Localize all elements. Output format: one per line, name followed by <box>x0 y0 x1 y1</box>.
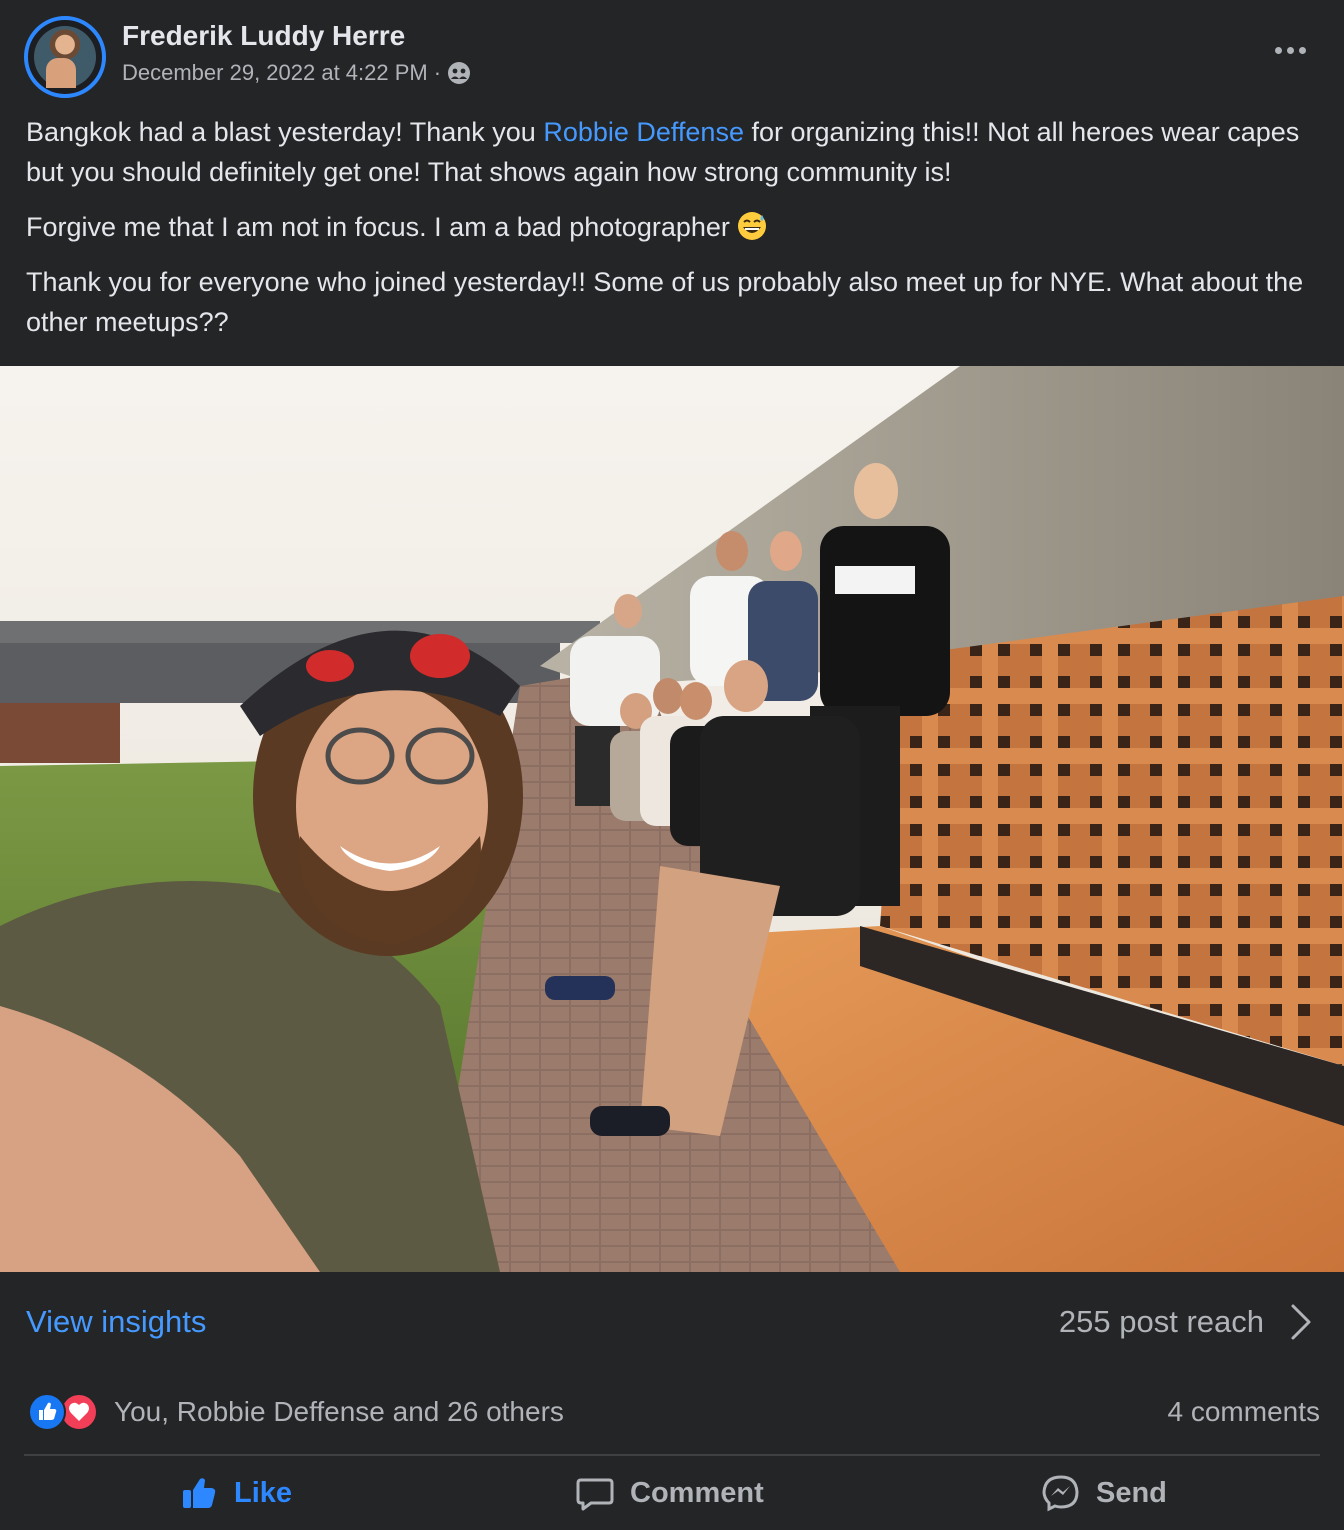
comment-button[interactable]: Comment <box>576 1474 764 1512</box>
post-reach-count[interactable]: 255 post reach <box>1059 1304 1264 1340</box>
post-header: Frederik Luddy Herre December 29, 2022 a… <box>0 0 1344 110</box>
messenger-icon <box>1042 1475 1079 1512</box>
like-button[interactable]: Like <box>180 1474 292 1512</box>
reactions-summary: You, Robbie Deffense and 26 others 4 com… <box>0 1380 1344 1450</box>
comment-bubble-icon <box>576 1478 614 1511</box>
post-photo[interactable] <box>0 366 1344 1272</box>
reaction-icons[interactable] <box>28 1393 104 1431</box>
send-label: Send <box>1096 1476 1167 1509</box>
like-reaction-icon <box>28 1393 66 1431</box>
post-meta: December 29, 2022 at 4:22 PM · <box>122 60 471 86</box>
thumbs-up-icon <box>183 1478 216 1508</box>
like-label: Like <box>234 1476 293 1509</box>
send-button[interactable]: Send <box>1042 1474 1167 1512</box>
chevron-right-icon[interactable] <box>1288 1302 1314 1342</box>
comments-count[interactable]: 4 comments <box>1168 1396 1321 1428</box>
post-paragraph-3: Thank you for everyone who joined yester… <box>26 267 1304 337</box>
reactions-text[interactable]: You, Robbie Deffense and 26 others <box>114 1396 564 1428</box>
comment-label: Comment <box>630 1476 764 1509</box>
mention-link[interactable]: Robbie Deffense <box>543 117 744 147</box>
friends-icon[interactable] <box>447 61 471 85</box>
grinning-sweat-emoji-icon <box>737 212 766 240</box>
insights-bar: View insights 255 post reach <box>0 1272 1344 1372</box>
post-timestamp[interactable]: December 29, 2022 at 4:22 PM <box>122 60 428 86</box>
view-insights-link[interactable]: View insights <box>26 1304 206 1340</box>
paragraph1-text-start: Bangkok had a blast yesterday! Thank you <box>26 117 544 147</box>
author-name[interactable]: Frederik Luddy Herre <box>122 20 405 52</box>
group-selfie-photo <box>0 366 1344 1272</box>
meta-separator: · <box>433 60 442 85</box>
post-paragraph-2: Forgive me that I am not in focus. I am … <box>26 207 1326 247</box>
post-paragraph-1: Bangkok had a blast yesterday! Thank you… <box>26 112 1326 192</box>
more-options-icon[interactable] <box>1260 30 1320 70</box>
author-avatar[interactable] <box>24 16 106 98</box>
paragraph2-text: Forgive me that I am not in focus. I am … <box>26 212 730 242</box>
post-text: Bangkok had a blast yesterday! Thank you… <box>26 112 1326 357</box>
post-actions: Like Comment Send <box>0 1456 1344 1530</box>
